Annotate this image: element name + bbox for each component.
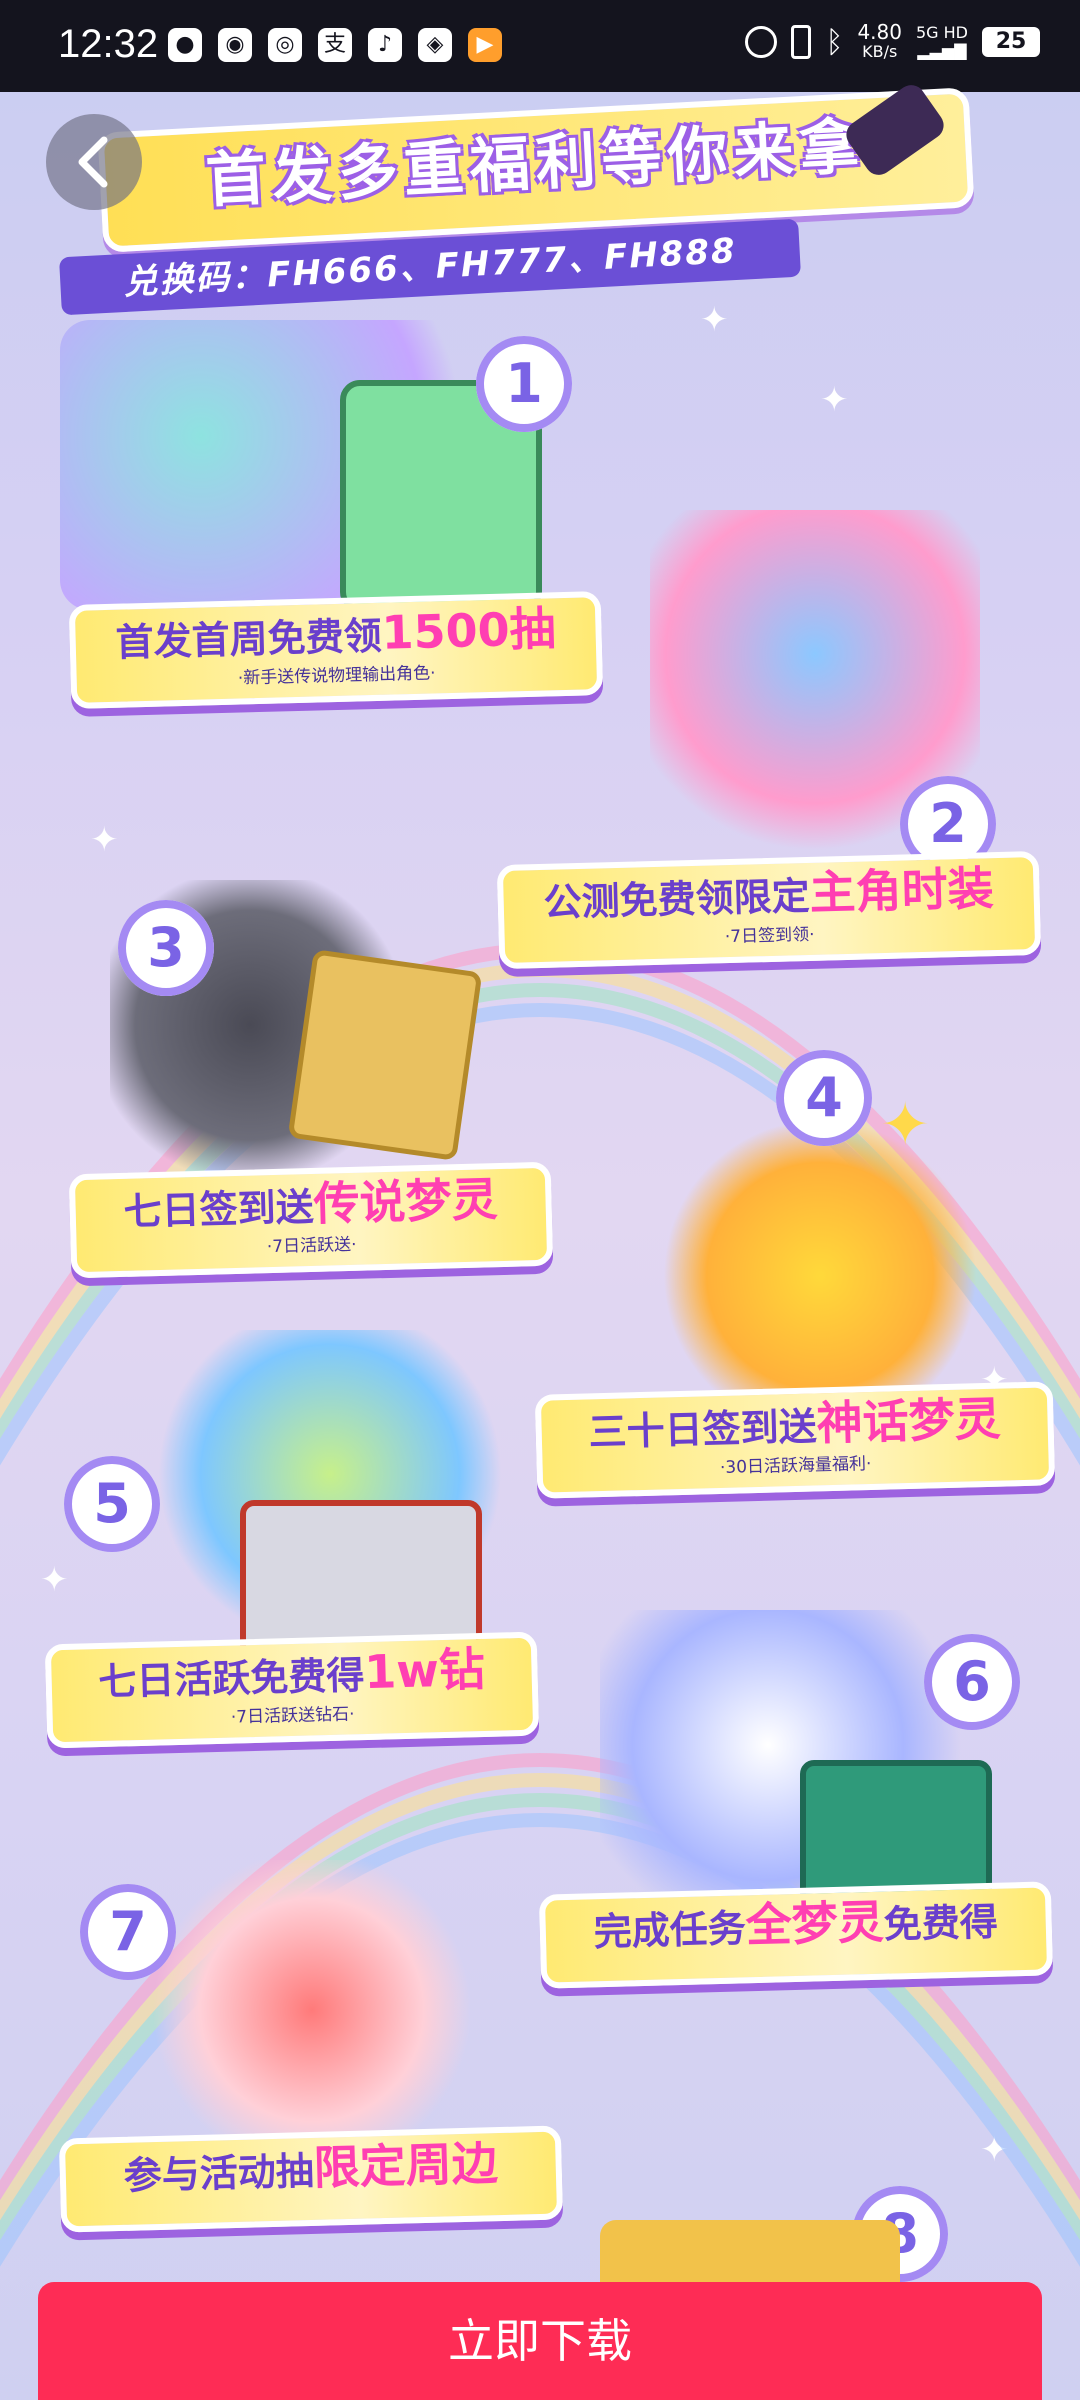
status-right: ᛒ 4.80 KB/s 5G HD ▂▃▅▇ 25 xyxy=(745,22,1040,62)
perk-7-number: 7 xyxy=(80,1884,176,1980)
perk-7-banner: 参与活动抽限定周边 xyxy=(58,2125,564,2233)
back-button[interactable] xyxy=(46,114,142,210)
perk-6-number: 6 xyxy=(924,1634,1020,1730)
alarm-icon xyxy=(745,26,778,58)
perk-4-number: 4 xyxy=(776,1050,872,1146)
sparkle-icon: ✦ xyxy=(90,820,119,860)
sparkle-icon: ✦ xyxy=(40,1560,69,1600)
perk-3-title: 七日签到送传说梦灵 xyxy=(123,1172,499,1234)
tiktok-icon: ♪ xyxy=(368,28,402,62)
battery-indicator: 25 xyxy=(982,27,1040,57)
download-button[interactable]: 立即下载 xyxy=(38,2282,1042,2400)
chevron-left-icon xyxy=(78,136,108,188)
perk-5-title: 七日活跃免费得1w钻 xyxy=(97,1641,486,1705)
bluetooth-icon: ᛒ xyxy=(825,24,844,60)
perk-7-title: 参与活动抽限定周边 xyxy=(123,2136,499,2198)
sparkle-icon: ✦ xyxy=(700,300,729,340)
perk-1-banner: 首发首周免费领1500抽 ·新手送传说物理输出角色· xyxy=(68,591,604,709)
alipay-icon: 支 xyxy=(318,28,352,62)
perk-6-title: 完成任务全梦灵免费得 xyxy=(593,1894,999,1955)
sparkle-icon: ✦ xyxy=(820,380,849,420)
signal-icon: ▂▃▅▇ xyxy=(917,41,967,60)
camera-icon: ◎ xyxy=(268,28,302,62)
status-bar: 12:32 ● ◉ ◎ 支 ♪ ◈ ▶ ᛒ 4.80 KB/s 5G HD ▂▃… xyxy=(0,0,1080,92)
card-pack-illustration xyxy=(287,949,483,1161)
video-icon: ▶ xyxy=(468,28,502,62)
perk-4-title: 三十日签到送神话梦灵 xyxy=(588,1391,1002,1455)
signal-indicator: 5G HD ▂▃▅▇ xyxy=(915,23,968,60)
sparkle-icon: ✦ xyxy=(880,1090,931,1160)
perk-1-number: 1 xyxy=(476,336,572,432)
network-speed: 4.80 KB/s xyxy=(857,20,902,61)
perk-3-number: 3 xyxy=(118,900,214,996)
status-app-icons: ● ◉ ◎ 支 ♪ ◈ ▶ xyxy=(168,28,502,62)
status-time: 12:32 xyxy=(58,22,159,66)
perk-5-banner: 七日活跃免费得1w钻 ·7日活跃送钻石· xyxy=(44,1631,540,1749)
wechat-icon: ● xyxy=(168,28,202,62)
sparkle-icon: ✦ xyxy=(980,2130,1009,2170)
perk-4-banner: 三十日签到送神话梦灵 ·30日活跃海量福利· xyxy=(534,1381,1056,1499)
app-icon: ◈ xyxy=(418,28,452,62)
vibrate-icon xyxy=(791,25,812,59)
perk-3-banner: 七日签到送传说梦灵 ·7日活跃送· xyxy=(68,1161,554,1279)
perk-5-number: 5 xyxy=(64,1456,160,1552)
hero-title-banner: 首发多重福利等你来拿 xyxy=(97,87,975,253)
perk-7-art xyxy=(150,1860,510,2160)
message-icon: ◉ xyxy=(218,28,252,62)
perk-2-banner: 公测免费领限定主角时装 ·7日签到领· xyxy=(496,850,1042,970)
perk-6-banner: 完成任务全梦灵免费得 xyxy=(538,1881,1054,1989)
perk-4-art xyxy=(640,1100,1000,1420)
hero-title: 首发多重福利等你来拿 xyxy=(204,111,868,217)
